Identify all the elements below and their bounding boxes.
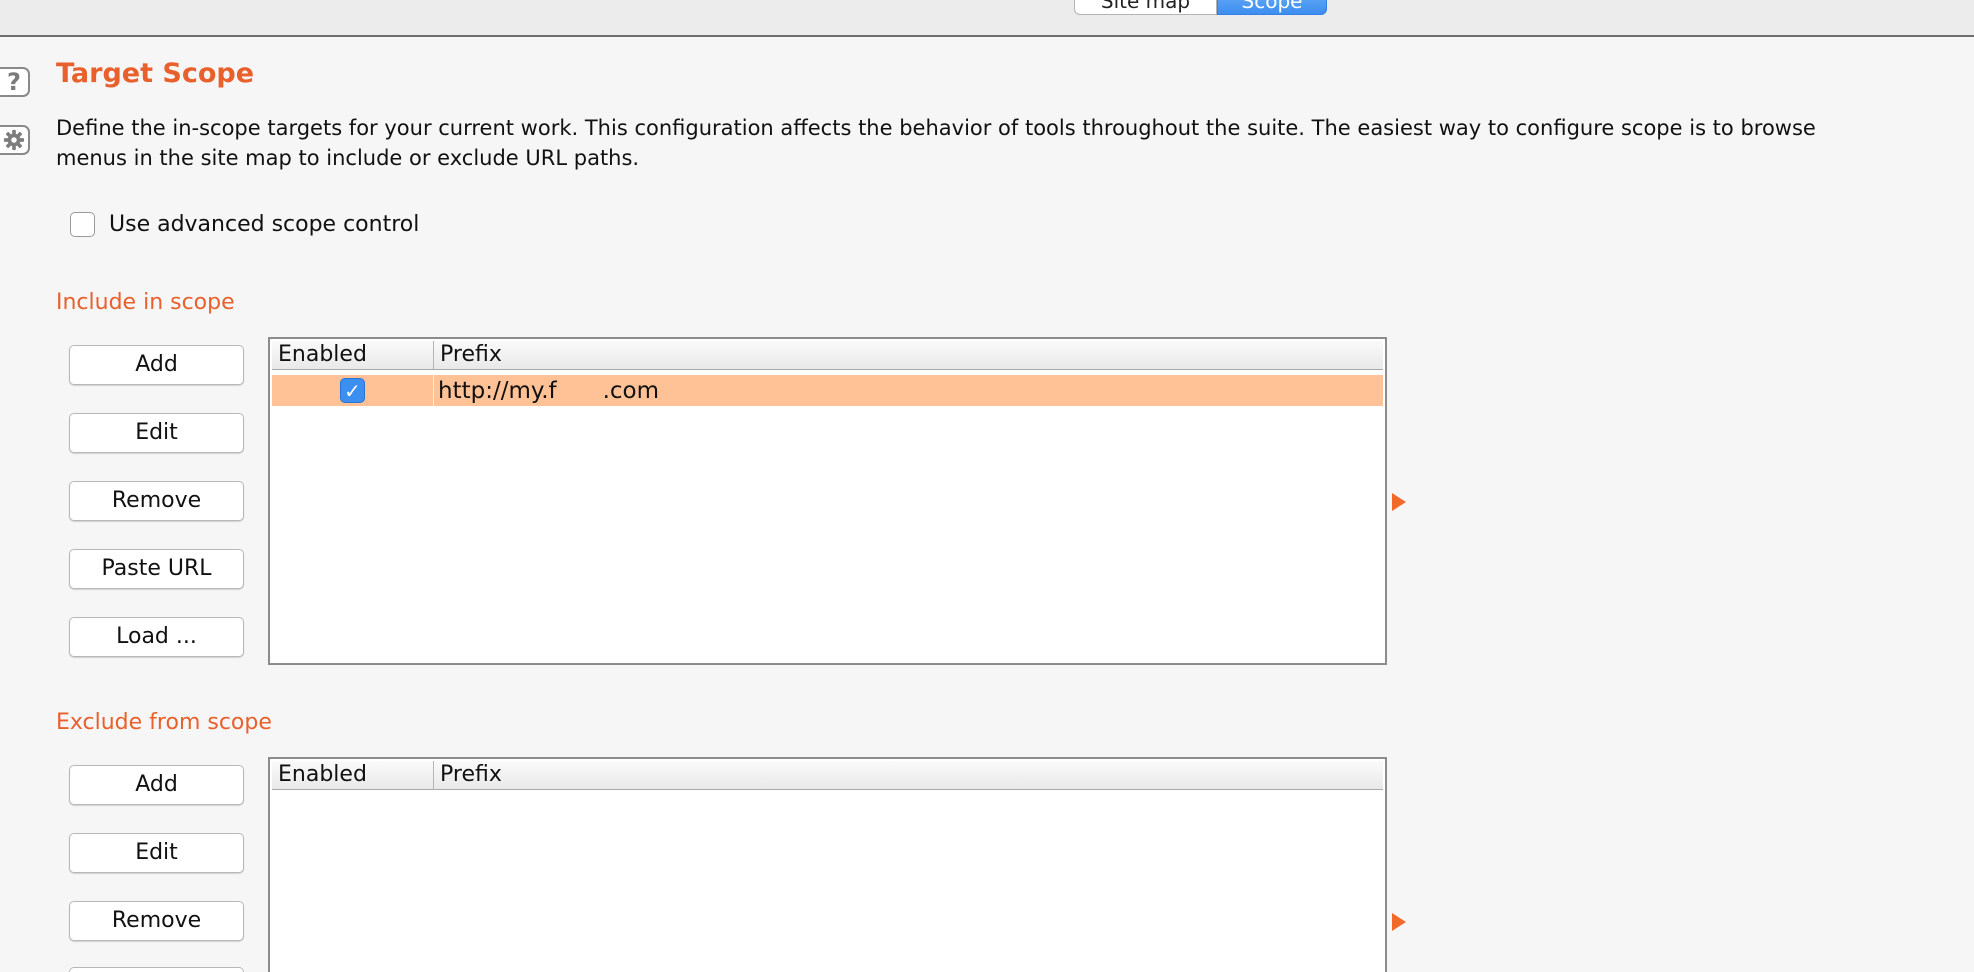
gear-icon-svg [3, 129, 25, 151]
advanced-scope-checkbox[interactable] [70, 212, 95, 237]
exclude-column-prefix[interactable]: Prefix [434, 761, 1383, 789]
exclude-expand-arrow-icon[interactable] [1392, 913, 1406, 931]
advanced-scope-label: Use advanced scope control [109, 212, 420, 237]
scope-page: Site map Scope ? Target Scope Define the… [0, 0, 1974, 972]
include-edit-button[interactable]: Edit [69, 413, 244, 453]
help-icon[interactable]: ? [0, 67, 30, 97]
exclude-scope-heading: Exclude from scope [56, 710, 272, 735]
advanced-scope-toggle[interactable]: Use advanced scope control [70, 212, 419, 237]
include-column-enabled[interactable]: Enabled [272, 341, 434, 369]
include-load-button[interactable]: Load ... [69, 617, 244, 657]
page-title: Target Scope [56, 58, 255, 89]
row-enabled-cell: ✓ [272, 375, 434, 406]
include-table-header: Enabled Prefix [272, 341, 1383, 370]
tab-bar: Site map Scope [0, 0, 1974, 37]
row-enabled-checkbox[interactable]: ✓ [340, 378, 365, 403]
gear-icon[interactable] [0, 125, 30, 155]
exclude-partial-button[interactable] [69, 967, 244, 972]
include-paste-url-button[interactable]: Paste URL [69, 549, 244, 589]
exclude-remove-button[interactable]: Remove [69, 901, 244, 941]
include-scope-heading: Include in scope [56, 290, 235, 315]
page-description: Define the in-scope targets for your cur… [56, 113, 1974, 173]
exclude-add-button[interactable]: Add [69, 765, 244, 805]
help-icon-glyph: ? [7, 68, 21, 96]
include-expand-arrow-icon[interactable] [1392, 493, 1406, 511]
include-scope-table[interactable]: Enabled Prefix ✓ http://my.f .com [268, 337, 1387, 665]
exclude-column-enabled[interactable]: Enabled [272, 761, 434, 789]
include-add-button[interactable]: Add [69, 345, 244, 385]
description-line-1: Define the in-scope targets for your cur… [56, 116, 1816, 140]
table-row[interactable]: ✓ http://my.f .com [272, 375, 1383, 406]
description-line-2: menus in the site map to include or excl… [56, 146, 640, 170]
tab-site-map[interactable]: Site map [1074, 0, 1217, 15]
checkmark-icon: ✓ [344, 378, 361, 403]
exclude-edit-button[interactable]: Edit [69, 833, 244, 873]
exclude-table-header: Enabled Prefix [272, 761, 1383, 790]
exclude-scope-table[interactable]: Enabled Prefix [268, 757, 1387, 972]
tab-scope[interactable]: Scope [1217, 0, 1327, 15]
include-column-prefix[interactable]: Prefix [434, 341, 1383, 369]
row-prefix-cell: http://my.f .com [438, 377, 660, 404]
include-remove-button[interactable]: Remove [69, 481, 244, 521]
tab-group: Site map Scope [1074, 0, 1327, 15]
